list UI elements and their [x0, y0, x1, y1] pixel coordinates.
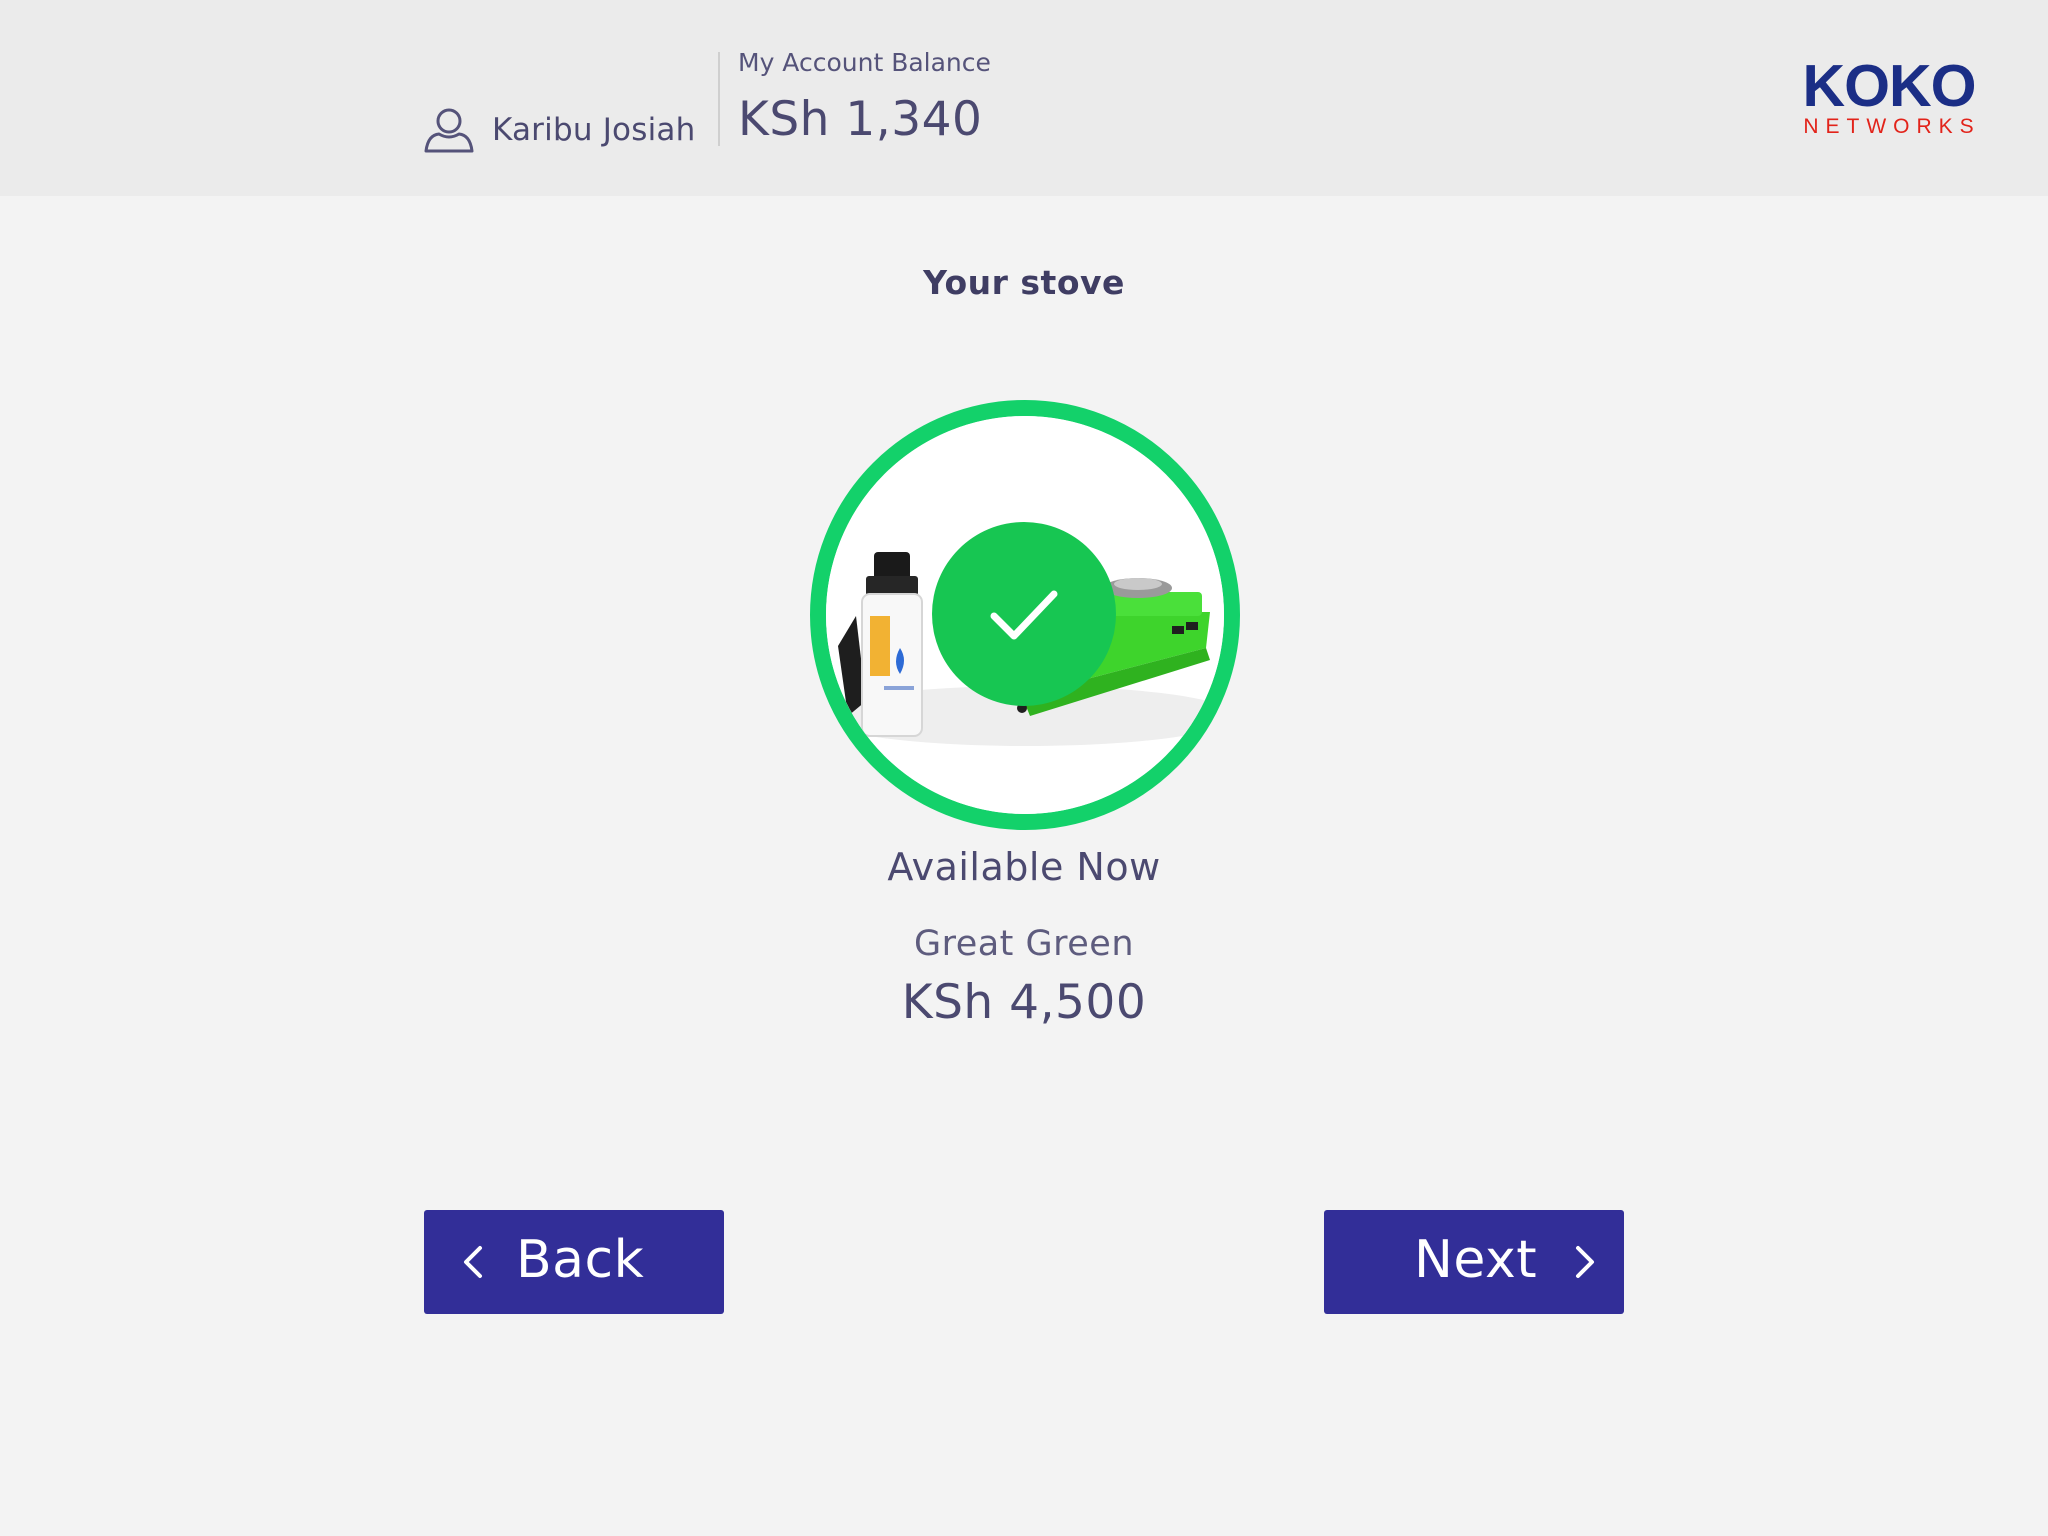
user-icon [424, 108, 474, 153]
koko-networks-logo: KOKO NETWORKS [1792, 56, 1986, 142]
user-greeting: Karibu Josiah [422, 100, 695, 160]
next-button[interactable]: Next [1324, 1210, 1624, 1314]
chevron-right-icon [1576, 1246, 1594, 1278]
back-button-label: Back [516, 1230, 645, 1290]
logo-main-text: KOKO [1802, 53, 1977, 119]
selected-check-badge [932, 522, 1116, 706]
checkmark-icon [990, 590, 1058, 640]
logo-sub-text: NETWORKS [1803, 115, 1981, 138]
availability-status: Available Now [887, 845, 1161, 889]
balance-value: KSh 1,340 [738, 92, 983, 147]
next-button-label: Next [1414, 1230, 1538, 1290]
product-name: Great Green [913, 924, 1135, 964]
back-button[interactable]: Back [424, 1210, 724, 1314]
balance-label: My Account Balance [738, 48, 991, 77]
header-bar: Karibu Josiah My Account Balance KSh 1,3… [0, 0, 2048, 196]
header-divider [718, 52, 720, 146]
chevron-left-icon [464, 1246, 482, 1278]
product-price: KSh 4,500 [901, 975, 1147, 1030]
page-title: Your stove [923, 263, 1125, 302]
user-name: Karibu Josiah [492, 112, 696, 148]
